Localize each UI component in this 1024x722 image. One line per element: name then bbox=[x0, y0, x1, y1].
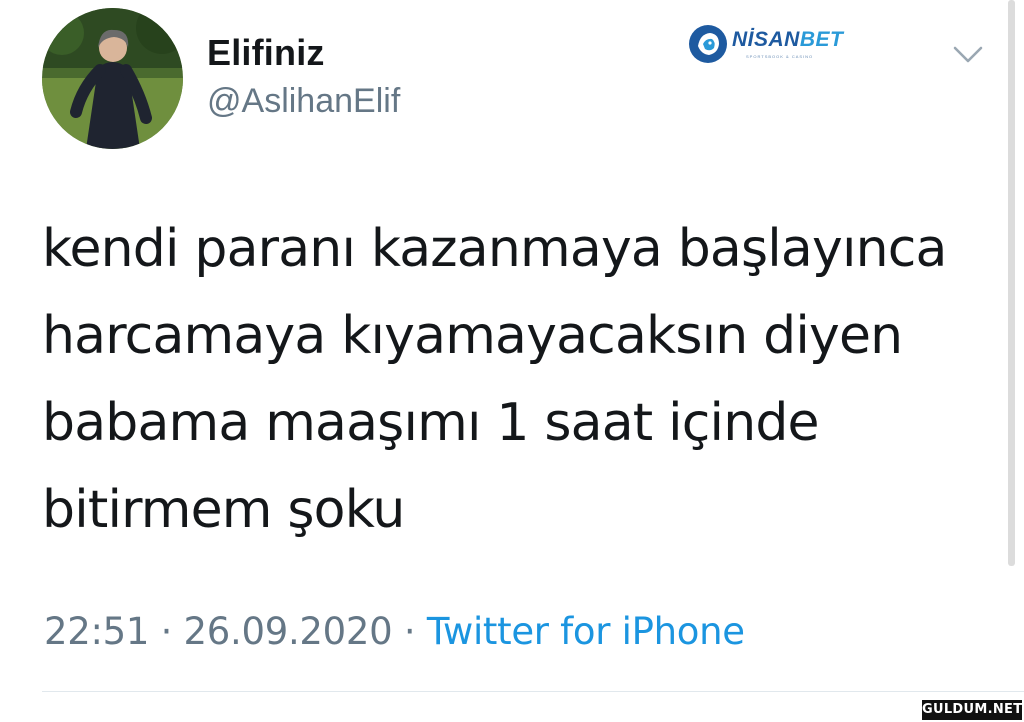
brand-wordmark: NİSANBET bbox=[732, 28, 843, 52]
tweet-text-line: kendi paranı kazanmaya başlayınca bbox=[42, 219, 947, 279]
brand-prefix: NİSAN bbox=[732, 28, 800, 51]
tweet-screenshot: Elifiniz @AslihanElif NİSANBET SPORTSBOO… bbox=[0, 0, 1024, 722]
author-avatar[interactable] bbox=[42, 8, 183, 149]
watermark: GULDUM.NET bbox=[922, 700, 1022, 720]
author-handle[interactable]: @AslihanElif bbox=[207, 82, 400, 121]
tweet-metadata: 22:51 · 26.09.2020 · Twitter for iPhone bbox=[44, 610, 745, 653]
brand-tagline: SPORTSBOOK & CASINO bbox=[746, 54, 814, 59]
tweet-text-line: bitirmem şoku bbox=[42, 480, 405, 540]
meta-separator: · bbox=[403, 610, 416, 653]
tweet-text-line: harcamaya kıyamayacaksın diyen bbox=[42, 306, 903, 366]
nisanbet-logo: NİSANBET SPORTSBOOK & CASINO bbox=[688, 22, 858, 66]
tweet-date[interactable]: 26.09.2020 bbox=[184, 610, 393, 653]
lion-icon bbox=[689, 25, 727, 63]
chevron-down-icon bbox=[953, 46, 983, 63]
author-display-name[interactable]: Elifiniz bbox=[207, 32, 325, 74]
tweet-text-line: babama maaşımı 1 saat içinde bbox=[42, 393, 820, 453]
meta-separator: · bbox=[160, 610, 173, 653]
tweet-time[interactable]: 22:51 bbox=[44, 610, 149, 653]
tweet-menu-button[interactable] bbox=[950, 40, 986, 68]
tweet-source-link[interactable]: Twitter for iPhone bbox=[427, 610, 745, 653]
divider bbox=[42, 691, 1024, 692]
brand-suffix: BET bbox=[799, 28, 844, 51]
scrollbar[interactable] bbox=[1008, 0, 1015, 566]
tweet-body: kendi paranı kazanmaya başlayınca harcam… bbox=[42, 206, 982, 554]
profile-photo-icon bbox=[42, 8, 183, 149]
